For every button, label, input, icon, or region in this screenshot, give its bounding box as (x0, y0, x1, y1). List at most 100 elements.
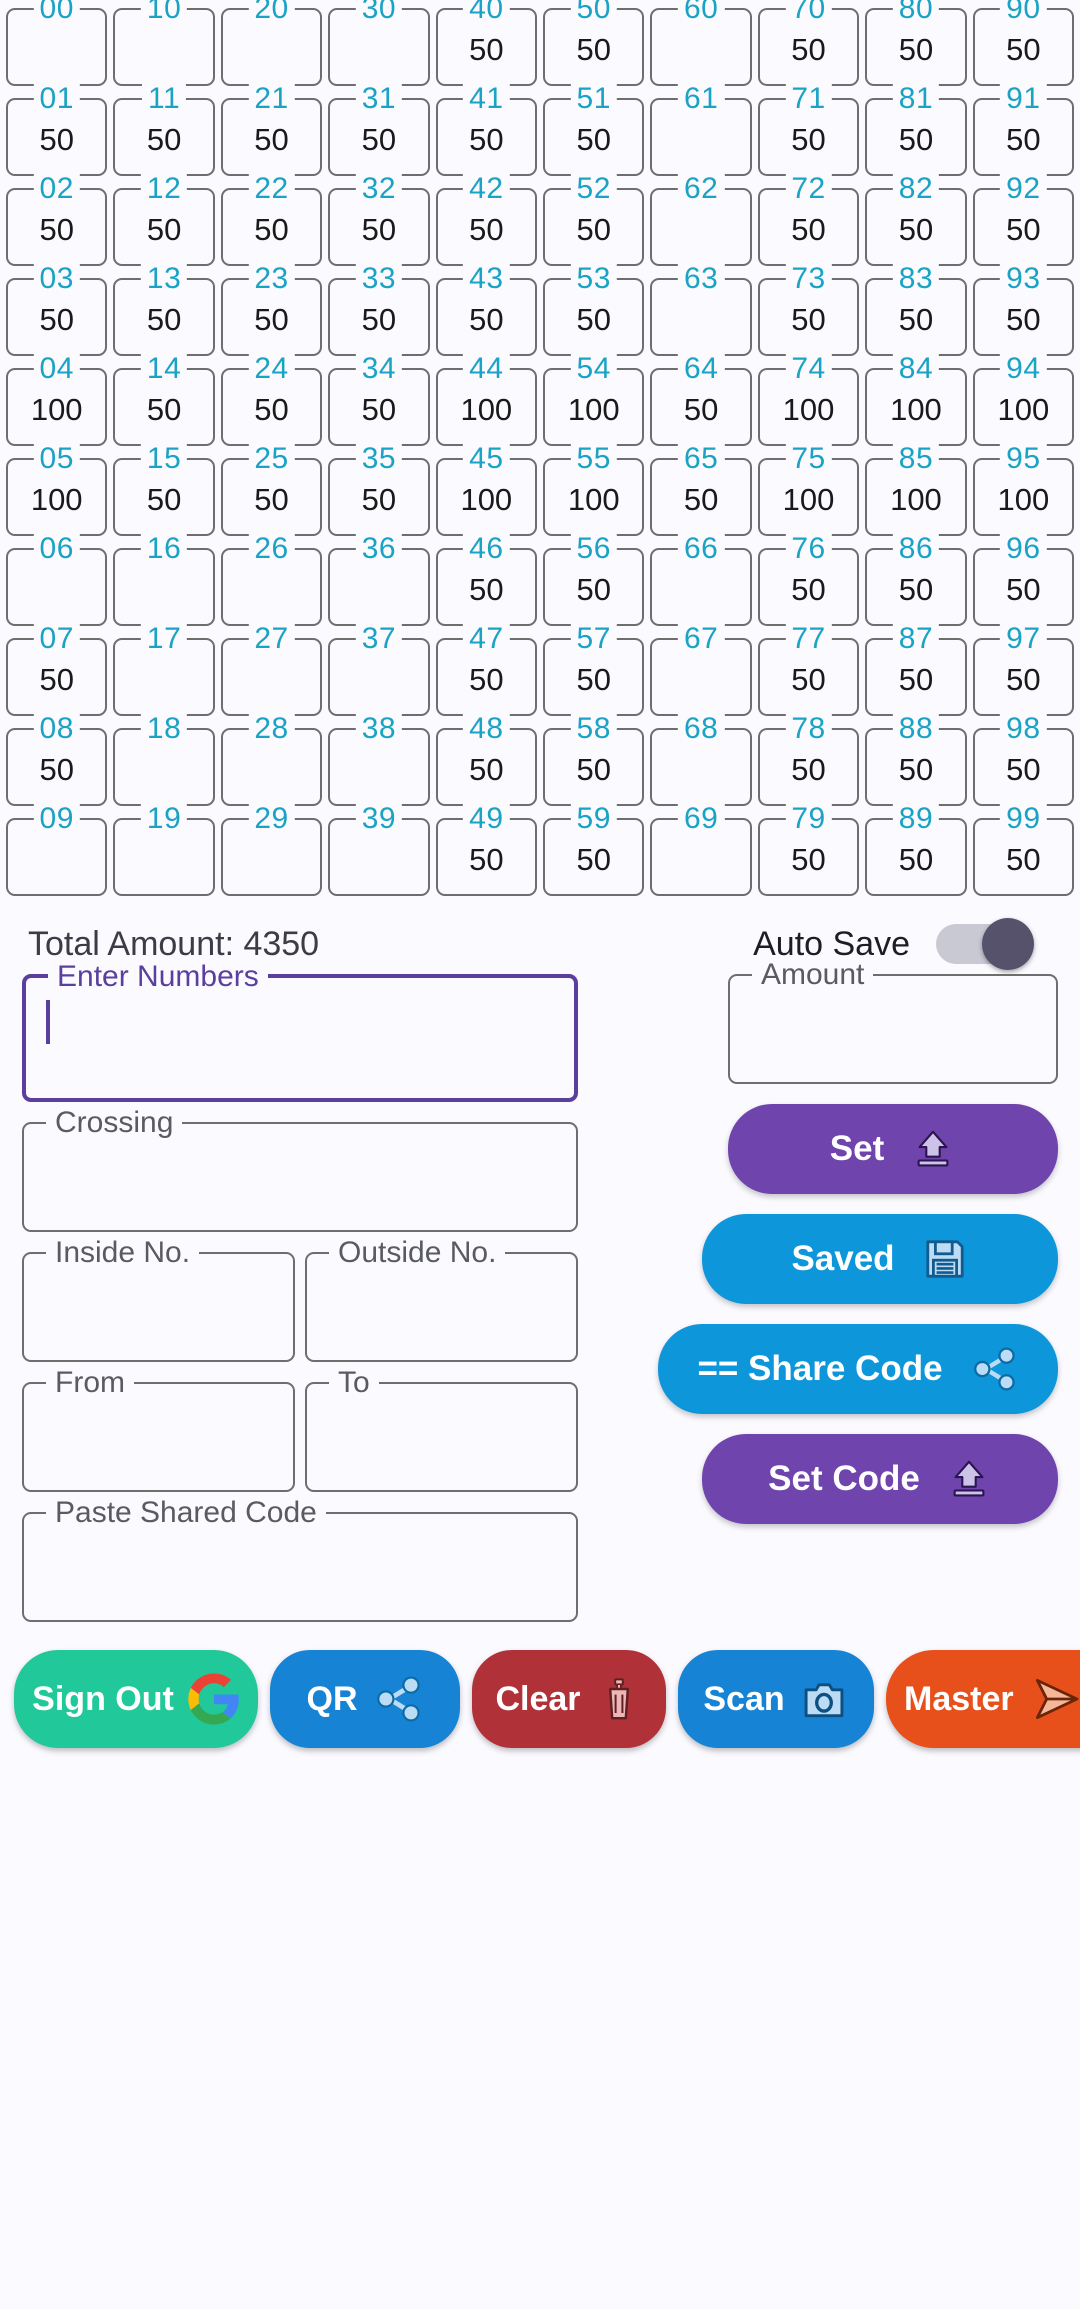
grid-cell-57[interactable]: 57 50 (543, 624, 645, 716)
grid-cell-66[interactable]: 66 (650, 534, 752, 626)
grid-cell-31[interactable]: 31 50 (328, 84, 430, 176)
grid-cell-01[interactable]: 01 50 (6, 84, 108, 176)
outside-no-input[interactable] (307, 1254, 576, 1360)
enter-numbers-input[interactable] (26, 978, 574, 1098)
grid-cell-20[interactable]: 20 (220, 0, 323, 86)
paste-shared-code-field[interactable]: Paste Shared Code (22, 1497, 578, 1622)
crossing-field[interactable]: Crossing (22, 1107, 578, 1232)
to-input[interactable] (307, 1384, 576, 1490)
grid-cell-51[interactable]: 51 50 (543, 84, 645, 176)
grid-cell-32[interactable]: 32 50 (328, 174, 430, 266)
grid-cell-24[interactable]: 24 50 (220, 354, 323, 446)
grid-cell-22[interactable]: 22 50 (220, 174, 323, 266)
grid-cell-42[interactable]: 42 50 (435, 174, 538, 266)
grid-cell-89[interactable]: 89 50 (865, 804, 967, 896)
grid-cell-99[interactable]: 99 50 (972, 804, 1075, 896)
grid-cell-93[interactable]: 93 50 (972, 264, 1075, 356)
grid-cell-83[interactable]: 83 50 (865, 264, 967, 356)
grid-cell-03[interactable]: 03 50 (6, 264, 108, 356)
amount-input[interactable] (730, 976, 1056, 1082)
grid-cell-92[interactable]: 92 50 (972, 174, 1075, 266)
grid-cell-64[interactable]: 64 50 (650, 354, 752, 446)
grid-cell-70[interactable]: 70 50 (757, 0, 860, 86)
grid-cell-50[interactable]: 50 50 (543, 0, 645, 86)
from-field[interactable]: From (22, 1367, 295, 1492)
grid-cell-85[interactable]: 85 100 (865, 444, 967, 536)
grid-cell-77[interactable]: 77 50 (757, 624, 860, 716)
sign-out-button[interactable]: Sign Out (14, 1650, 258, 1748)
crossing-input[interactable] (24, 1124, 576, 1230)
grid-cell-74[interactable]: 74 100 (757, 354, 860, 446)
grid-cell-46[interactable]: 46 50 (435, 534, 538, 626)
grid-cell-81[interactable]: 81 50 (865, 84, 967, 176)
grid-cell-82[interactable]: 82 50 (865, 174, 967, 266)
grid-cell-43[interactable]: 43 50 (435, 264, 538, 356)
grid-cell-28[interactable]: 28 (220, 714, 323, 806)
grid-cell-33[interactable]: 33 50 (328, 264, 430, 356)
grid-cell-15[interactable]: 15 50 (113, 444, 215, 536)
amount-field[interactable]: Amount (728, 959, 1058, 1084)
grid-cell-88[interactable]: 88 50 (865, 714, 967, 806)
grid-cell-37[interactable]: 37 (328, 624, 430, 716)
set-button[interactable]: Set (728, 1104, 1058, 1194)
grid-cell-63[interactable]: 63 (650, 264, 752, 356)
grid-cell-29[interactable]: 29 (220, 804, 323, 896)
paste-shared-code-input[interactable] (24, 1514, 576, 1620)
grid-cell-30[interactable]: 30 (328, 0, 430, 86)
grid-cell-34[interactable]: 34 50 (328, 354, 430, 446)
enter-numbers-field[interactable]: Enter Numbers (22, 961, 578, 1102)
set-code-button[interactable]: Set Code (702, 1434, 1058, 1524)
grid-cell-58[interactable]: 58 50 (543, 714, 645, 806)
inside-no-input[interactable] (24, 1254, 293, 1360)
share-code-button[interactable]: == Share Code (658, 1324, 1058, 1414)
grid-cell-75[interactable]: 75 100 (757, 444, 860, 536)
grid-cell-45[interactable]: 45 100 (435, 444, 538, 536)
grid-cell-56[interactable]: 56 50 (543, 534, 645, 626)
grid-cell-90[interactable]: 90 50 (972, 0, 1075, 86)
grid-cell-06[interactable]: 06 (6, 534, 108, 626)
grid-cell-40[interactable]: 40 50 (435, 0, 538, 86)
grid-cell-80[interactable]: 80 50 (865, 0, 967, 86)
grid-cell-36[interactable]: 36 (328, 534, 430, 626)
grid-cell-52[interactable]: 52 50 (543, 174, 645, 266)
grid-cell-65[interactable]: 65 50 (650, 444, 752, 536)
grid-cell-17[interactable]: 17 (113, 624, 215, 716)
grid-cell-05[interactable]: 05 100 (6, 444, 108, 536)
grid-cell-47[interactable]: 47 50 (435, 624, 538, 716)
outside-no-field[interactable]: Outside No. (305, 1237, 578, 1362)
grid-cell-21[interactable]: 21 50 (220, 84, 323, 176)
grid-cell-02[interactable]: 02 50 (6, 174, 108, 266)
grid-cell-84[interactable]: 84 100 (865, 354, 967, 446)
grid-cell-26[interactable]: 26 (220, 534, 323, 626)
grid-cell-49[interactable]: 49 50 (435, 804, 538, 896)
grid-cell-19[interactable]: 19 (113, 804, 215, 896)
grid-cell-09[interactable]: 09 (6, 804, 108, 896)
to-field[interactable]: To (305, 1367, 578, 1492)
master-button[interactable]: Master (886, 1650, 1080, 1748)
grid-cell-71[interactable]: 71 50 (757, 84, 860, 176)
clear-button[interactable]: Clear (472, 1650, 666, 1748)
grid-cell-59[interactable]: 59 50 (543, 804, 645, 896)
grid-cell-94[interactable]: 94 100 (972, 354, 1075, 446)
grid-cell-48[interactable]: 48 50 (435, 714, 538, 806)
scan-button[interactable]: Scan (678, 1650, 874, 1748)
grid-cell-11[interactable]: 11 50 (113, 84, 215, 176)
grid-cell-73[interactable]: 73 50 (757, 264, 860, 356)
grid-cell-69[interactable]: 69 (650, 804, 752, 896)
grid-cell-12[interactable]: 12 50 (113, 174, 215, 266)
saved-button[interactable]: Saved (702, 1214, 1058, 1304)
grid-cell-54[interactable]: 54 100 (543, 354, 645, 446)
grid-cell-08[interactable]: 08 50 (6, 714, 108, 806)
grid-cell-04[interactable]: 04 100 (6, 354, 108, 446)
grid-cell-60[interactable]: 60 (650, 0, 752, 86)
grid-cell-62[interactable]: 62 (650, 174, 752, 266)
grid-cell-79[interactable]: 79 50 (757, 804, 860, 896)
grid-cell-68[interactable]: 68 (650, 714, 752, 806)
grid-cell-13[interactable]: 13 50 (113, 264, 215, 356)
grid-cell-39[interactable]: 39 (328, 804, 430, 896)
grid-cell-25[interactable]: 25 50 (220, 444, 323, 536)
from-input[interactable] (24, 1384, 293, 1490)
qr-button[interactable]: QR (270, 1650, 460, 1748)
grid-cell-10[interactable]: 10 (113, 0, 215, 86)
grid-cell-41[interactable]: 41 50 (435, 84, 538, 176)
